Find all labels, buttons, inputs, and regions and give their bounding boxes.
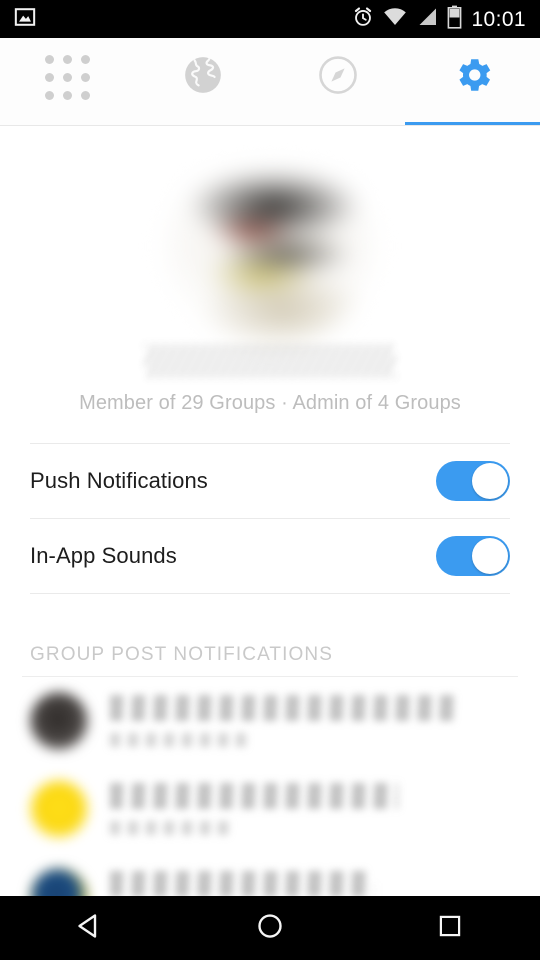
android-navigation-bar xyxy=(0,896,540,960)
group-subtitle xyxy=(110,733,246,747)
list-item[interactable] xyxy=(0,677,540,765)
grid-icon xyxy=(45,55,90,100)
group-subtitle xyxy=(110,821,230,835)
photo-icon xyxy=(14,6,36,33)
toggle-knob xyxy=(472,463,508,499)
home-button[interactable] xyxy=(180,896,360,960)
tab-discover[interactable] xyxy=(270,38,405,125)
settings-scroll-area[interactable]: Member of 29 Groups · Admin of 4 Groups … xyxy=(0,126,540,896)
tab-apps-grid[interactable] xyxy=(0,38,135,125)
status-bar-notifications xyxy=(14,6,36,33)
in-app-sounds-toggle[interactable] xyxy=(436,536,510,576)
row-in-app-sounds[interactable]: In-App Sounds xyxy=(0,519,540,593)
section-header-group-post-notifications: GROUP POST NOTIFICATIONS xyxy=(30,644,333,665)
group-text xyxy=(110,871,510,896)
phone-screen: 10:01 Member of 29 Groups · Admin of 4 G… xyxy=(0,0,540,960)
push-notifications-toggle[interactable] xyxy=(436,461,510,501)
recents-button[interactable] xyxy=(360,896,540,960)
compass-icon xyxy=(317,54,359,101)
cellular-signal-icon xyxy=(416,7,438,32)
group-avatar xyxy=(30,780,88,838)
list-item[interactable] xyxy=(0,853,540,896)
tab-active-indicator xyxy=(405,122,540,125)
push-notifications-label: Push Notifications xyxy=(30,468,208,493)
recents-square-icon xyxy=(436,912,464,945)
status-bar-system-icons: 10:01 xyxy=(352,5,526,34)
gear-icon xyxy=(451,53,495,102)
battery-icon xyxy=(447,5,462,34)
tab-bar xyxy=(0,38,540,126)
back-triangle-icon xyxy=(75,911,105,946)
status-bar: 10:01 xyxy=(0,0,540,38)
home-circle-icon xyxy=(255,911,285,946)
toggle-knob xyxy=(472,538,508,574)
group-title xyxy=(110,783,398,809)
wifi-icon xyxy=(383,7,407,32)
list-item[interactable] xyxy=(0,765,540,853)
back-button[interactable] xyxy=(0,896,180,960)
tab-settings[interactable] xyxy=(405,38,540,125)
globe-icon xyxy=(182,54,224,101)
status-bar-clock: 10:01 xyxy=(471,7,526,31)
alarm-icon xyxy=(352,6,374,33)
avatar-image xyxy=(164,146,376,346)
row-push-notifications[interactable]: Push Notifications xyxy=(0,444,540,518)
tab-globe[interactable] xyxy=(135,38,270,125)
group-title xyxy=(110,871,374,896)
group-avatar xyxy=(30,868,88,896)
profile-avatar[interactable] xyxy=(152,140,388,352)
in-app-sounds-label: In-App Sounds xyxy=(30,543,177,568)
group-text xyxy=(110,783,510,835)
group-title xyxy=(110,695,454,721)
profile-name xyxy=(145,344,395,378)
group-avatar xyxy=(30,692,88,750)
group-text xyxy=(110,695,510,747)
profile-header: Member of 29 Groups · Admin of 4 Groups xyxy=(0,126,540,415)
profile-membership-summary: Member of 29 Groups · Admin of 4 Groups xyxy=(79,392,461,414)
